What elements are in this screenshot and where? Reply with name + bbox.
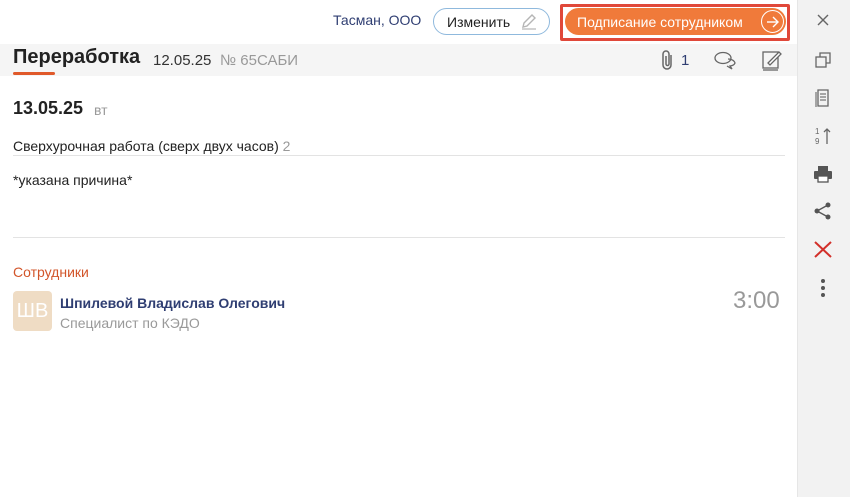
right-toolbar: 1 9 (797, 0, 850, 497)
employee-overtime-hours: 3:00 (733, 287, 780, 314)
reason-text: Сверхурочная работа (сверх двух часов) (13, 138, 279, 154)
paperclip-icon[interactable] (656, 48, 680, 72)
sign-button-label: Подписание сотрудником (577, 13, 743, 30)
attachments-count[interactable]: 1 (681, 52, 689, 69)
employee-role: Специалист по КЭДО (60, 315, 200, 331)
edit-button-label: Изменить (447, 13, 511, 30)
pencil-icon (522, 14, 536, 30)
share-icon[interactable] (811, 199, 835, 223)
edit-button[interactable]: Изменить (433, 8, 550, 35)
reason-count: 2 (282, 138, 291, 154)
divider (13, 155, 785, 156)
close-icon[interactable] (811, 8, 835, 32)
employees-section-label: Сотрудники (13, 264, 89, 280)
overtime-reason: Сверхурочная работа (сверх двух часов) 2 (13, 138, 290, 154)
document-date: 12.05.25 (153, 52, 212, 69)
page-title: Переработка (13, 46, 141, 68)
sort-icon[interactable]: 1 9 (811, 124, 835, 148)
document-header: Переработка 12.05.25 № 65САБИ 1 (0, 44, 797, 76)
svg-text:1: 1 (815, 127, 820, 136)
organization-name[interactable]: Тасман, ООО (333, 12, 421, 28)
document-icon[interactable] (811, 86, 835, 110)
arrow-right-icon (761, 10, 784, 33)
svg-text:9: 9 (815, 137, 820, 146)
document-panel: Тасман, ООО Изменить Подписание сотрудни… (0, 0, 797, 497)
document-number: № 65САБИ (220, 52, 299, 69)
print-icon[interactable] (811, 162, 835, 186)
employee-name[interactable]: Шпилевой Владислав Олегович (60, 295, 285, 311)
sign-document-icon[interactable] (760, 48, 784, 72)
more-icon[interactable] (811, 276, 835, 300)
overtime-weekday: вт (94, 102, 108, 118)
divider (13, 237, 785, 238)
avatar: ШВ (13, 291, 52, 331)
comments-icon[interactable] (713, 48, 737, 72)
comment-text: *указана причина* (13, 172, 133, 188)
title-underline (13, 72, 55, 75)
sign-by-employee-button[interactable]: Подписание сотрудником (565, 8, 786, 35)
overtime-date: 13.05.25 (13, 98, 84, 118)
delete-icon[interactable] (811, 237, 835, 261)
copy-icon[interactable] (811, 48, 835, 72)
